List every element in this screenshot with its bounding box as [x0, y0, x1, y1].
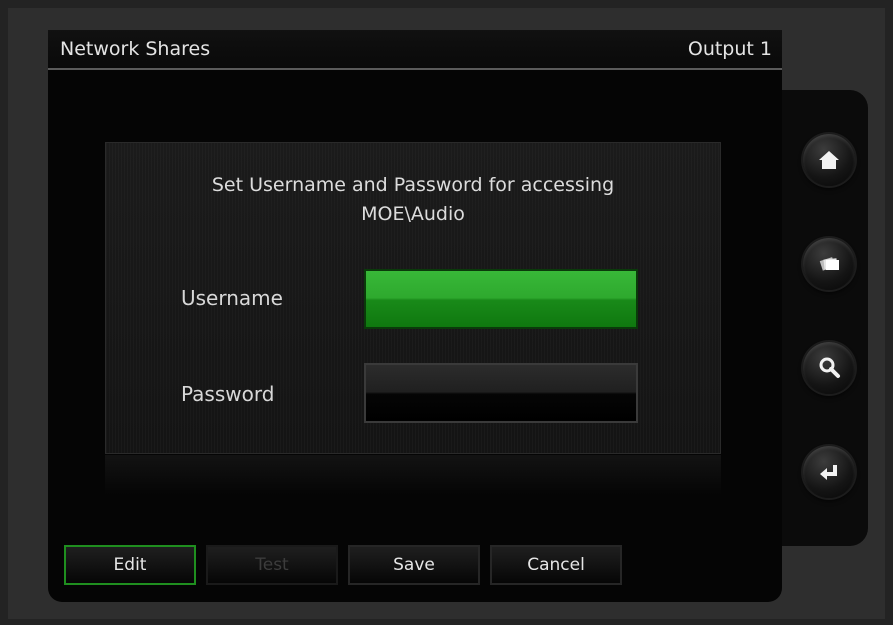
search-button[interactable]	[803, 342, 855, 394]
credentials-dialog: Set Username and Password for accessing …	[105, 142, 721, 454]
test-button[interactable]: Test	[206, 545, 338, 585]
dialog-message-line1: Set Username and Password for accessing	[211, 174, 615, 196]
cards-icon	[819, 257, 839, 271]
output-label: Output 1	[687, 38, 772, 60]
edit-button[interactable]: Edit	[64, 545, 196, 585]
cancel-button[interactable]: Cancel	[490, 545, 622, 585]
page-title: Network Shares	[60, 38, 211, 60]
dialog-reflection	[105, 455, 721, 495]
dialog-message: Set Username and Password for accessing …	[106, 171, 720, 229]
save-button[interactable]: Save	[348, 545, 480, 585]
username-label: Username	[181, 286, 283, 310]
home-icon	[819, 151, 839, 169]
cards-button[interactable]	[803, 238, 855, 290]
username-field[interactable]	[364, 269, 638, 329]
home-button[interactable]	[803, 134, 855, 186]
return-button[interactable]	[803, 446, 855, 498]
return-arrow-icon	[820, 465, 837, 480]
password-field[interactable]	[364, 363, 638, 423]
search-icon	[819, 357, 840, 378]
dialog-message-share-path: MOE\Audio	[361, 203, 465, 225]
header-bar: Network Shares Output 1	[48, 30, 782, 70]
password-label: Password	[181, 382, 275, 406]
